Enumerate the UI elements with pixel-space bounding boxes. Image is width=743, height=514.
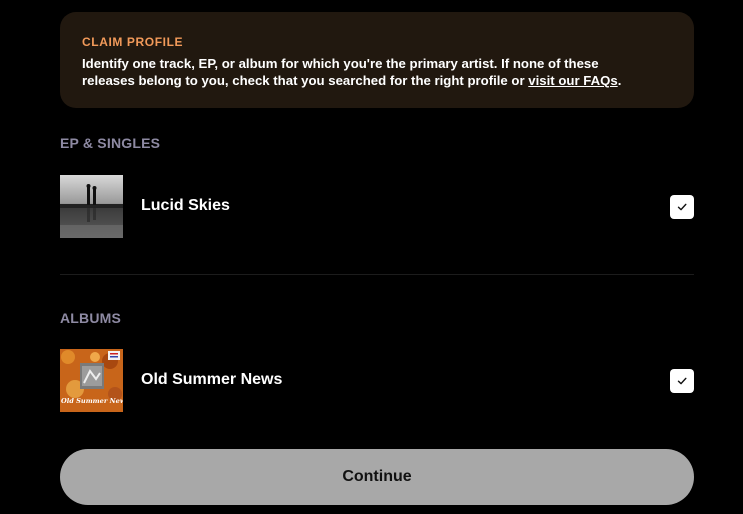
release-row-old-summer-news[interactable]: Old Summer News Old Summer News xyxy=(60,349,694,413)
album-art-old-summer-news: Old Summer News xyxy=(60,349,123,412)
album-art-text: Old Summer News xyxy=(61,397,123,405)
claim-profile-page: CLAIM PROFILE Identify one track, EP, or… xyxy=(0,0,743,514)
checkmark-icon xyxy=(677,203,687,211)
checkmark-icon xyxy=(677,377,687,385)
banner-text-end: . xyxy=(617,73,622,88)
banner-text-body: Identify one track, EP, or album for whi… xyxy=(82,56,599,88)
select-checkbox-lucid-skies[interactable] xyxy=(670,195,694,219)
album-art-lucid-skies xyxy=(60,175,123,238)
release-title: Old Summer News xyxy=(141,371,283,388)
section-label-ep-singles: EP & SINGLES xyxy=(60,135,161,151)
continue-button[interactable]: Continue xyxy=(60,449,694,505)
section-divider xyxy=(60,274,694,275)
section-label-albums: ALBUMS xyxy=(60,310,122,326)
release-title: Lucid Skies xyxy=(141,197,230,214)
select-checkbox-old-summer-news[interactable] xyxy=(670,369,694,393)
banner-text: Identify one track, EP, or album for whi… xyxy=(82,55,652,89)
faq-link[interactable]: visit our FAQs xyxy=(528,73,617,88)
claim-profile-banner: CLAIM PROFILE Identify one track, EP, or… xyxy=(60,12,694,108)
banner-title: CLAIM PROFILE xyxy=(82,35,184,49)
release-row-lucid-skies[interactable]: Lucid Skies xyxy=(60,175,694,239)
